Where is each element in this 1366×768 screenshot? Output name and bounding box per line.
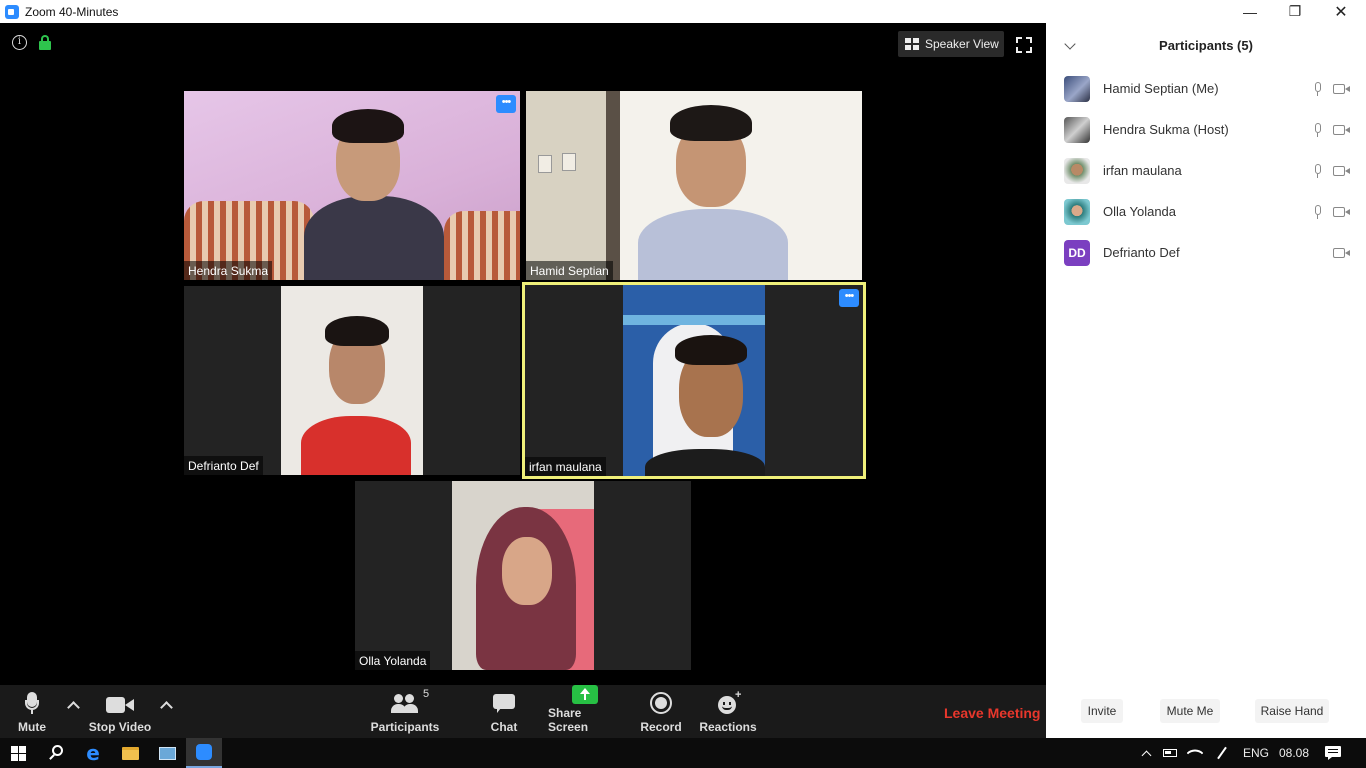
tile-name: Defrianto Def — [184, 456, 263, 475]
reactions-button[interactable]: + Reactions — [699, 685, 757, 738]
reactions-label: Reactions — [699, 720, 757, 734]
avatar-initials: DD — [1064, 239, 1090, 266]
participants-panel-title: Participants (5) — [1159, 37, 1253, 53]
reactions-smiley-icon: + — [716, 690, 741, 714]
collapse-chevron-icon[interactable] — [1064, 38, 1076, 50]
pen-ink-icon[interactable] — [1211, 738, 1233, 768]
show-hidden-icons-chevron-icon[interactable] — [1137, 738, 1155, 768]
taskbar: e ENG 08.08 — [0, 738, 1366, 768]
microphone-icon[interactable] — [1314, 204, 1322, 219]
participant-name: Defrianto Def — [1103, 245, 1180, 260]
language-indicator[interactable]: ENG — [1238, 738, 1274, 768]
battery-icon[interactable] — [1160, 738, 1180, 768]
participant-name: Hendra Sukma (Host) — [1103, 122, 1229, 137]
microphone-icon — [25, 692, 39, 714]
meeting-toolbar: Mute Stop Video 5 Participants Chat Shar… — [0, 685, 1046, 738]
video-tile-olla[interactable]: Olla Yolanda — [355, 481, 691, 670]
participants-button[interactable]: 5 Participants — [370, 685, 440, 738]
stop-video-button[interactable]: Stop Video — [88, 685, 152, 738]
avatar — [1064, 198, 1090, 225]
mute-button[interactable]: Mute — [12, 685, 52, 738]
mute-label: Mute — [18, 720, 46, 734]
video-camera-icon[interactable] — [1333, 206, 1351, 217]
fullscreen-icon[interactable] — [1016, 37, 1032, 53]
more-options-button[interactable]: ••• — [496, 95, 516, 113]
record-label: Record — [640, 720, 682, 734]
share-screen-button[interactable]: Share Screen — [548, 685, 622, 738]
speaker-view-label: Speaker View — [925, 37, 999, 51]
close-button[interactable]: ✕ — [1318, 0, 1364, 23]
chat-button[interactable]: Chat — [486, 685, 522, 738]
participants-label: Participants — [370, 720, 440, 734]
stop-video-label: Stop Video — [88, 720, 152, 734]
participants-panel-header: Participants (5) — [1046, 23, 1366, 67]
info-icon[interactable]: i — [12, 35, 27, 50]
encryption-lock-icon[interactable] — [39, 35, 51, 50]
participant-row[interactable]: Olla Yolanda — [1046, 191, 1366, 232]
window-title: Zoom 40-Minutes — [25, 4, 119, 19]
edge-browser-icon[interactable]: e — [74, 738, 112, 768]
meeting-area: i Speaker View ••• Hendra Sukma Hamid Se… — [0, 23, 1046, 685]
grid-icon — [905, 38, 919, 50]
video-camera-icon[interactable] — [1333, 124, 1351, 135]
participants-count: 5 — [423, 688, 430, 700]
wifi-icon[interactable] — [1185, 738, 1205, 768]
share-screen-icon — [572, 685, 598, 704]
file-explorer-icon[interactable] — [112, 738, 148, 768]
record-icon — [650, 692, 672, 714]
record-button[interactable]: Record — [640, 685, 682, 738]
mute-me-button[interactable]: Mute Me — [1160, 699, 1220, 723]
minimize-button[interactable]: — — [1227, 0, 1273, 23]
avatar — [1064, 116, 1090, 143]
tile-name: Hendra Sukma — [184, 261, 273, 280]
video-tile-hamid[interactable]: Hamid Septian — [526, 91, 862, 280]
participant-name: Olla Yolanda — [1103, 204, 1177, 219]
speaker-view-button[interactable]: Speaker View — [898, 31, 1004, 57]
video-camera-icon[interactable] — [1333, 165, 1351, 176]
leave-meeting-button[interactable]: Leave Meeting — [944, 705, 1040, 721]
action-center-icon[interactable] — [1318, 738, 1348, 768]
tile-name: irfan maulana — [525, 457, 606, 476]
restore-button[interactable]: ❐ — [1272, 0, 1318, 23]
participant-row[interactable]: Hamid Septian (Me) — [1046, 68, 1366, 109]
participant-row[interactable]: Hendra Sukma (Host) — [1046, 109, 1366, 150]
participants-icon: 5 — [391, 688, 429, 714]
video-options-chevron-icon[interactable] — [159, 699, 173, 713]
avatar — [1064, 157, 1090, 184]
invite-button[interactable]: Invite — [1081, 699, 1123, 723]
participant-name: Hamid Septian (Me) — [1103, 81, 1219, 96]
video-tile-hendra[interactable]: ••• Hendra Sukma — [184, 91, 520, 280]
video-camera-icon[interactable] — [1333, 83, 1351, 94]
audio-options-chevron-icon[interactable] — [66, 699, 80, 713]
zoom-taskbar-icon[interactable] — [186, 738, 222, 768]
video-tile-defrianto[interactable]: Defrianto Def — [184, 286, 520, 475]
microphone-icon[interactable] — [1314, 163, 1322, 178]
video-camera-icon[interactable] — [1333, 247, 1351, 258]
more-options-button[interactable]: ••• — [839, 289, 859, 307]
participant-name: irfan maulana — [1103, 163, 1182, 178]
participants-panel: Participants (5) Hamid Septian (Me) Hend… — [1046, 23, 1366, 738]
raise-hand-button[interactable]: Raise Hand — [1255, 699, 1329, 723]
video-tile-irfan[interactable]: ••• irfan maulana — [522, 282, 866, 479]
windows-start-icon[interactable] — [0, 738, 36, 768]
participant-row[interactable]: irfan maulana — [1046, 150, 1366, 191]
avatar — [1064, 75, 1090, 102]
chat-bubble-icon — [493, 694, 515, 714]
tile-name: Hamid Septian — [526, 261, 613, 280]
search-icon[interactable] — [38, 738, 74, 768]
chat-label: Chat — [490, 720, 518, 734]
microphone-icon[interactable] — [1314, 81, 1322, 96]
participant-row[interactable]: DD Defrianto Def — [1046, 232, 1366, 273]
video-camera-icon — [106, 696, 134, 714]
microphone-icon[interactable] — [1314, 122, 1322, 137]
zoom-logo-icon — [5, 4, 19, 19]
control-panel-icon[interactable] — [148, 738, 186, 768]
tile-name: Olla Yolanda — [355, 651, 431, 670]
share-screen-label: Share Screen — [548, 706, 589, 734]
title-bar: Zoom 40-Minutes — ❐ ✕ — [0, 0, 1366, 23]
clock[interactable]: 08.08 — [1276, 738, 1312, 768]
